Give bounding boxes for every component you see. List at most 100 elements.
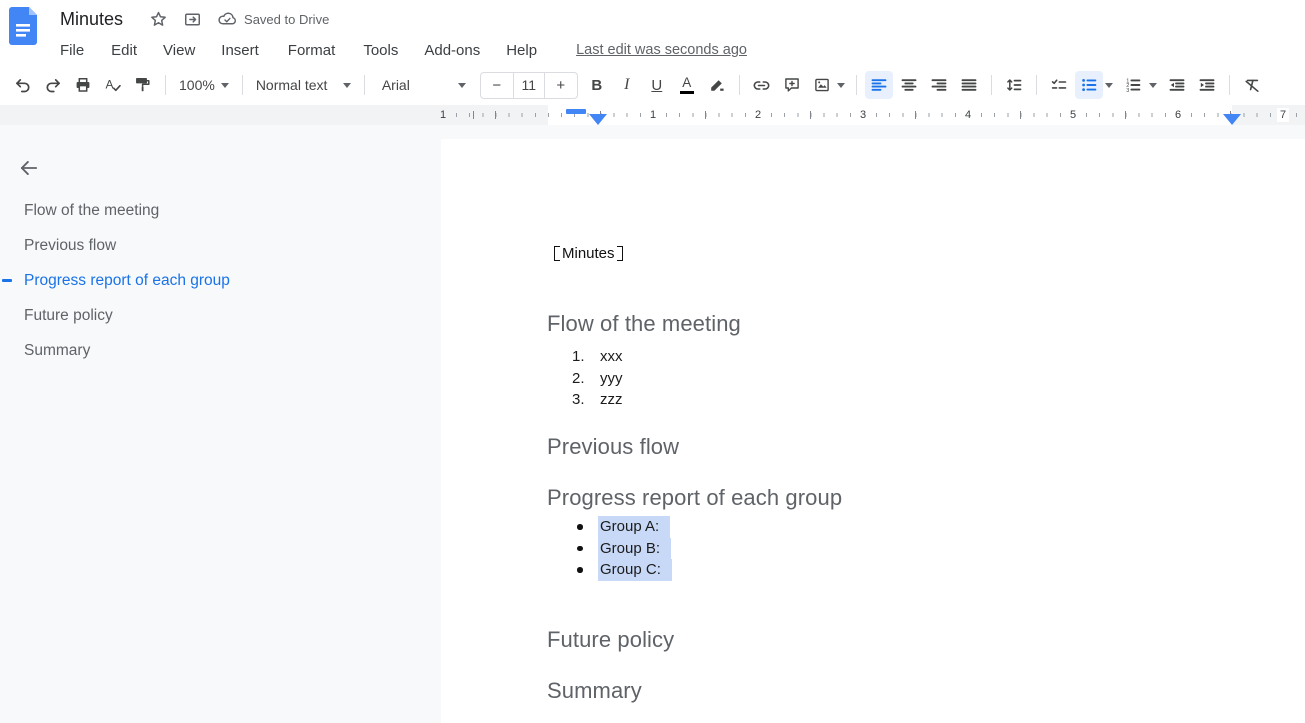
list-item: Group A:: [441, 516, 1305, 538]
first-line-indent-marker[interactable]: [566, 109, 586, 114]
menu-view[interactable]: View: [163, 40, 195, 61]
text-color-button[interactable]: A: [673, 71, 701, 99]
outline-item-progress[interactable]: Progress report of each group: [0, 263, 431, 298]
folder-move-icon: [183, 10, 202, 29]
cloud-saved-icon: [217, 9, 237, 29]
align-left-icon: [870, 76, 888, 94]
text-color-icon: A: [680, 76, 694, 95]
list-item: 3. zzz: [441, 389, 1305, 411]
list-item: 2. yyy: [441, 368, 1305, 390]
selected-text: Group A:: [598, 516, 670, 538]
checklist-button[interactable]: [1045, 71, 1073, 99]
numbered-list-button[interactable]: 1 2 3: [1119, 71, 1147, 99]
active-section-dash: [2, 279, 12, 282]
toolbar-divider: [1229, 75, 1230, 95]
selected-text: Group B:: [598, 538, 671, 560]
spellcheck-icon: A: [104, 76, 122, 94]
paragraph-style-select[interactable]: Normal text: [250, 71, 357, 99]
bold-button[interactable]: B: [583, 71, 611, 99]
outline-item-flow[interactable]: Flow of the meeting: [0, 193, 431, 228]
font-size-value[interactable]: 11: [513, 73, 545, 98]
clear-formatting-button[interactable]: [1238, 71, 1266, 99]
zoom-select[interactable]: 100%: [173, 71, 235, 99]
doc-heading-future: Future policy: [547, 627, 674, 653]
image-icon: [813, 76, 831, 94]
save-status[interactable]: Saved to Drive: [217, 9, 329, 29]
outline-item-summary[interactable]: Summary: [0, 333, 431, 368]
font-value: Arial: [382, 77, 410, 93]
insert-image-button[interactable]: [808, 71, 836, 99]
redo-icon: [44, 76, 62, 94]
menu-help[interactable]: Help: [506, 40, 537, 61]
underline-button[interactable]: U: [643, 71, 671, 99]
comment-plus-icon: [783, 76, 801, 94]
align-center-icon: [900, 76, 918, 94]
chevron-down-icon[interactable]: [1105, 83, 1113, 88]
menu-format[interactable]: Format: [288, 40, 336, 61]
font-size-stepper: − 11 +: [480, 72, 578, 99]
italic-icon: I: [624, 76, 629, 94]
bold-icon: B: [591, 77, 602, 94]
cjk-bracket-right: [617, 246, 623, 261]
chevron-down-icon[interactable]: [837, 83, 845, 88]
bulleted-list-control: [1074, 71, 1118, 99]
align-right-button[interactable]: [925, 71, 953, 99]
left-indent-marker[interactable]: [589, 114, 607, 125]
chevron-down-icon: [458, 83, 466, 88]
align-center-button[interactable]: [895, 71, 923, 99]
docs-logo-icon[interactable]: [9, 7, 37, 45]
insert-link-button[interactable]: [748, 71, 776, 99]
document-outline-panel: Flow of the meeting Previous flow Progre…: [0, 125, 441, 723]
undo-button[interactable]: [9, 71, 37, 99]
add-comment-button[interactable]: [778, 71, 806, 99]
paint-format-button[interactable]: [129, 71, 157, 99]
bulleted-list-icon: [1080, 76, 1098, 94]
justify-button[interactable]: [955, 71, 983, 99]
outline-item-label: Future policy: [24, 307, 113, 325]
outline-item-previous[interactable]: Previous flow: [0, 228, 431, 263]
font-select[interactable]: Arial: [372, 71, 476, 99]
close-outline-button[interactable]: [14, 153, 44, 183]
bulleted-list: Group A: Group B: Group C:: [441, 516, 1305, 581]
back-arrow-icon: [18, 157, 40, 179]
list-item: Group B:: [441, 538, 1305, 560]
top-bar: Minutes Saved to Drive File Edit View In…: [0, 0, 1305, 65]
increase-indent-icon: [1198, 76, 1216, 94]
increase-font-size-button[interactable]: +: [545, 73, 577, 98]
menu-file[interactable]: File: [60, 40, 84, 61]
star-icon: [149, 10, 168, 29]
document-page[interactable]: Minutes Flow of the meeting 1. xxx 2. yy…: [441, 139, 1305, 723]
decrease-font-size-button[interactable]: −: [481, 73, 513, 98]
right-indent-marker[interactable]: [1223, 114, 1241, 125]
justify-icon: [960, 76, 978, 94]
link-icon: [752, 76, 771, 95]
bulleted-list-button[interactable]: [1075, 71, 1103, 99]
outline-item-future[interactable]: Future policy: [0, 298, 431, 333]
decrease-indent-button[interactable]: [1163, 71, 1191, 99]
italic-button[interactable]: I: [613, 71, 641, 99]
menu-insert[interactable]: Insert: [221, 40, 259, 61]
outline-item-label: Previous flow: [24, 237, 116, 255]
menu-addons[interactable]: Add-ons: [424, 40, 480, 61]
print-button[interactable]: [69, 71, 97, 99]
horizontal-ruler[interactable]: 1 1 2 3 4 5 6 7: [0, 105, 1305, 125]
align-left-button[interactable]: [865, 71, 893, 99]
line-spacing-button[interactable]: [1000, 71, 1028, 99]
star-button[interactable]: [145, 6, 171, 32]
increase-indent-button[interactable]: [1193, 71, 1221, 99]
last-edit-link[interactable]: Last edit was seconds ago: [576, 42, 747, 58]
doc-minutes-title: Minutes: [554, 245, 623, 262]
menu-tools[interactable]: Tools: [363, 40, 398, 61]
menu-edit[interactable]: Edit: [111, 40, 137, 61]
highlight-color-button[interactable]: [703, 71, 731, 99]
move-to-folder-button[interactable]: [179, 6, 205, 32]
document-title[interactable]: Minutes: [60, 9, 123, 30]
chevron-down-icon[interactable]: [1149, 83, 1157, 88]
toolbar-divider: [165, 75, 166, 95]
spellcheck-button[interactable]: A: [99, 71, 127, 99]
toolbar-divider: [991, 75, 992, 95]
ruler-mark: 1: [647, 108, 659, 122]
numbered-list-icon: 1 2 3: [1124, 76, 1142, 94]
redo-button[interactable]: [39, 71, 67, 99]
decrease-indent-icon: [1168, 76, 1186, 94]
